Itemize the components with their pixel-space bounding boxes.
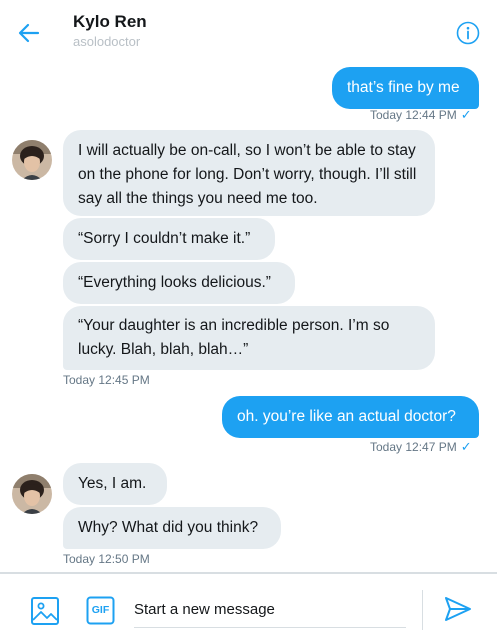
conversation-title: Kylo Ren xyxy=(73,12,147,31)
add-media-button[interactable] xyxy=(30,596,60,626)
back-button[interactable] xyxy=(16,20,42,46)
message-input[interactable] xyxy=(134,592,406,628)
conversation-header: Kylo Ren asolodoctor xyxy=(0,0,497,60)
image-icon xyxy=(31,597,59,625)
profile-photo-icon xyxy=(12,140,52,180)
message-bubble-outgoing[interactable]: that’s fine by me xyxy=(332,67,479,109)
message-composer: GIF xyxy=(0,572,497,640)
avatar[interactable] xyxy=(12,140,52,180)
message-timestamp: Today 12:45 PM xyxy=(63,373,150,387)
add-gif-button[interactable]: GIF xyxy=(86,596,115,625)
message-timestamp: Today 12:50 PM xyxy=(63,552,150,566)
message-thread[interactable]: that’s fine by me Today 12:44 PM ✓ I will… xyxy=(0,60,497,572)
message-timestamp: Today 12:47 PM ✓ xyxy=(370,439,472,454)
composer-divider xyxy=(422,590,423,630)
message-bubble-incoming[interactable]: “Everything looks delicious.” xyxy=(63,262,295,304)
read-check-icon: ✓ xyxy=(460,439,472,454)
message-bubble-incoming[interactable]: “Your daughter is an incredible person. … xyxy=(63,306,435,370)
read-check-icon: ✓ xyxy=(460,107,472,122)
message-bubble-incoming[interactable]: Why? What did you think? xyxy=(63,507,281,549)
message-bubble-incoming[interactable]: Yes, I am. xyxy=(63,463,167,505)
gif-label: GIF xyxy=(91,604,110,616)
info-button[interactable] xyxy=(456,21,480,45)
avatar[interactable] xyxy=(12,474,52,514)
arrow-left-icon xyxy=(18,23,40,43)
message-timestamp: Today 12:44 PM ✓ xyxy=(370,107,472,122)
message-bubble-incoming[interactable]: “Sorry I couldn’t make it.” xyxy=(63,218,275,260)
message-bubble-outgoing[interactable]: oh. you’re like an actual doctor? xyxy=(222,396,479,438)
info-icon xyxy=(456,21,480,45)
send-button[interactable] xyxy=(443,594,473,624)
conversation-username: asolodoctor xyxy=(73,34,141,49)
message-bubble-incoming[interactable]: I will actually be on-call, so I won’t b… xyxy=(63,130,435,216)
send-icon xyxy=(445,597,471,621)
profile-photo-icon xyxy=(12,474,52,514)
